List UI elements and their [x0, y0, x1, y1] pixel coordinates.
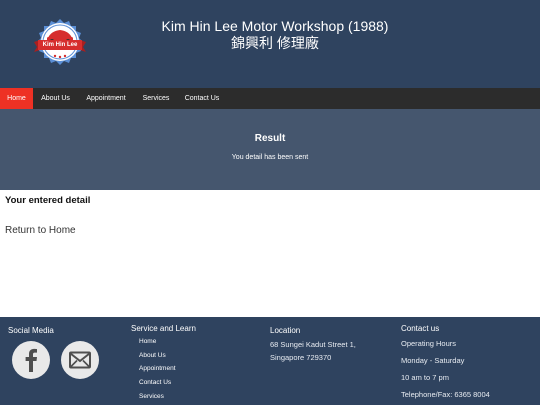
site-footer: Social Media Service and Learn Home Abou… — [0, 317, 540, 405]
address-line-1: 68 Sungei Kadut Street 1, — [270, 340, 356, 349]
footer-link-contact-us[interactable]: Contact Us — [139, 376, 176, 390]
nav-appointment[interactable]: Appointment — [81, 88, 131, 109]
entered-detail-heading: Your entered detail — [5, 195, 91, 206]
service-learn-heading: Service and Learn — [131, 324, 196, 333]
site-title-cn: 錦興利 修理廠 — [231, 35, 319, 51]
footer-link-services[interactable]: Services — [139, 390, 176, 404]
logo-text: Kim Hin Lee — [42, 42, 78, 48]
nav-services[interactable]: Services — [138, 88, 174, 109]
footer-links: Home About Us Appointment Contact Us Ser… — [139, 335, 176, 403]
footer-link-home[interactable]: Home — [139, 335, 176, 349]
result-message: You detail has been sent — [231, 154, 309, 161]
nav-contact-us[interactable]: Contact Us — [181, 88, 223, 109]
nav-home[interactable]: Home — [0, 88, 33, 109]
site-logo[interactable]: Kim Hin Lee — [30, 12, 90, 72]
location-heading: Location — [270, 326, 301, 335]
footer-link-appointment[interactable]: Appointment — [139, 362, 176, 376]
result-title: Result — [254, 133, 286, 144]
site-title: Kim Hin Lee Motor Workshop (1988) 錦興利 修理… — [150, 18, 400, 52]
main-nav: Home About Us Appointment Services Conta… — [0, 88, 540, 109]
result-banner: Result You detail has been sent — [0, 109, 540, 190]
operating-days: Monday - Saturday — [401, 356, 465, 365]
site-title-en: Kim Hin Lee Motor Workshop (1988) — [161, 18, 389, 34]
return-home-link[interactable]: Return to Home — [5, 225, 76, 236]
operating-time: 10 am to 7 pm — [401, 373, 449, 382]
footer-link-about-us[interactable]: About Us — [139, 349, 176, 363]
facebook-icon[interactable] — [12, 341, 50, 379]
site-header: Kim Hin Lee Kim Hin Lee Motor Workshop (… — [0, 0, 540, 88]
mail-icon[interactable] — [61, 341, 99, 379]
contact-heading: Contact us — [401, 324, 440, 333]
nav-about-us[interactable]: About Us — [36, 88, 75, 109]
operating-hours-label: Operating Hours — [401, 339, 457, 348]
telephone-fax: Telephone/Fax: 6365 8004 — [401, 390, 490, 399]
address-line-2: Singapore 729370 — [270, 353, 332, 362]
social-media-heading: Social Media — [8, 326, 54, 335]
